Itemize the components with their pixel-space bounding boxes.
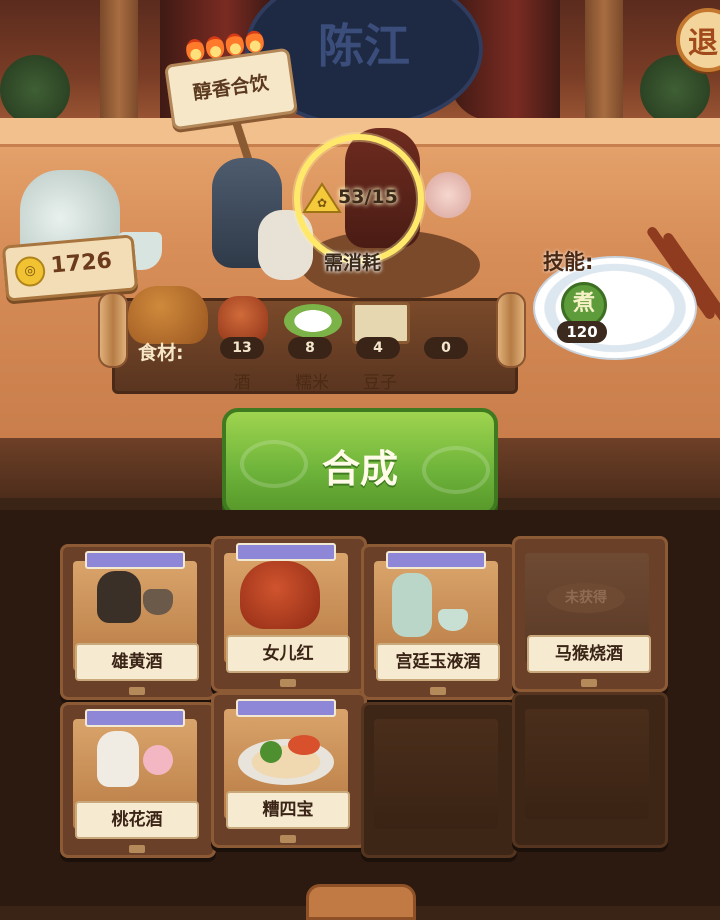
pillar-right bbox=[585, 0, 623, 130]
flame-icon bbox=[204, 35, 226, 60]
exit-button-label: 退 bbox=[688, 26, 718, 61]
ingredient-name-wine: 酒 bbox=[233, 373, 251, 393]
flame-icon bbox=[184, 37, 206, 63]
card-rarity-tab bbox=[85, 709, 185, 727]
recipe-card-nverhong[interactable]: 女儿红 bbox=[211, 536, 367, 692]
bottom-tab-handle[interactable] bbox=[306, 884, 416, 920]
card-knob bbox=[129, 687, 145, 695]
scroll-roll-right bbox=[496, 292, 526, 368]
card-knob bbox=[430, 687, 446, 695]
wine-bottle-art bbox=[97, 731, 139, 787]
coin-icon: ◎ bbox=[13, 255, 47, 288]
cup-art bbox=[143, 589, 173, 615]
recipe-card-zaosibao[interactable]: 糟四宝 bbox=[211, 692, 367, 848]
shrimp-art bbox=[288, 735, 320, 755]
ingredients-label: 食材: bbox=[138, 342, 184, 364]
synthesize-button[interactable]: 合成 bbox=[222, 408, 498, 516]
scroll-roll-left bbox=[98, 292, 128, 368]
wine-jar-icon[interactable] bbox=[218, 296, 268, 342]
consume-label: 需消耗 bbox=[324, 252, 382, 274]
card-rarity-tab bbox=[236, 543, 336, 561]
card-rarity-tab bbox=[85, 551, 185, 569]
card-knob bbox=[280, 835, 296, 843]
teapot-art bbox=[392, 573, 432, 637]
ingredient-count-empty: 0 bbox=[424, 337, 468, 359]
ingredient-name-rice: 糯米 bbox=[295, 373, 329, 393]
pillar-left bbox=[100, 0, 138, 130]
coin-value: 1726 bbox=[49, 248, 113, 279]
wine-jar-art bbox=[97, 571, 141, 623]
card-rarity-tab bbox=[386, 551, 486, 569]
skill-label: 技能: bbox=[543, 250, 594, 274]
recipe-card-name: 女儿红 bbox=[226, 635, 350, 673]
ingredient-name-beans: 豆子 bbox=[363, 373, 397, 393]
progress-count: 53/15 bbox=[338, 186, 398, 208]
card-knob bbox=[581, 679, 597, 687]
glutinous-rice-icon[interactable] bbox=[284, 304, 342, 338]
card-shelf bbox=[374, 719, 498, 829]
flame-icon bbox=[244, 29, 266, 54]
svg-text:✿: ✿ bbox=[317, 196, 327, 210]
flame-icon bbox=[224, 32, 246, 57]
not-obtained-stamp: 未获得 bbox=[547, 583, 625, 613]
recipe-card-name: 马猴烧酒 bbox=[527, 635, 651, 673]
card-knob bbox=[129, 845, 145, 853]
recipe-card-mahou[interactable]: 未获得 马猴烧酒 bbox=[512, 536, 668, 692]
recipe-card-name: 桃花酒 bbox=[75, 801, 199, 839]
card-rarity-tab bbox=[236, 699, 336, 717]
recipe-card-xionghuang[interactable]: 雄黄酒 bbox=[60, 544, 216, 700]
recipe-card-taohua[interactable]: 桃花酒 bbox=[60, 702, 216, 858]
recipe-title: 醇香合饮 bbox=[191, 71, 271, 105]
empty-recipe-slot bbox=[512, 692, 668, 848]
recipe-token-icon: ✿ bbox=[302, 182, 342, 213]
synthesize-button-label: 合成 bbox=[321, 447, 398, 491]
skill-value: 120 bbox=[557, 321, 607, 343]
recipe-card-name: 糟四宝 bbox=[226, 791, 350, 829]
ingredient-count-rice: 8 bbox=[288, 337, 332, 359]
recipe-card-name: 雄黄酒 bbox=[75, 643, 199, 681]
card-shelf bbox=[525, 709, 649, 819]
plant-left bbox=[0, 55, 70, 125]
empty-recipe-slot bbox=[361, 702, 517, 858]
peach-blossom-art bbox=[143, 745, 173, 775]
clay-pot bbox=[128, 286, 208, 344]
recipe-card-gongting[interactable]: 宫廷玉液酒 bbox=[361, 544, 517, 700]
ingredient-count-wine: 13 bbox=[220, 337, 264, 359]
wine-jar-art bbox=[240, 561, 320, 629]
ingredient-count-beans: 4 bbox=[356, 337, 400, 359]
card-knob bbox=[280, 679, 296, 687]
recipe-card-name: 宫廷玉液酒 bbox=[376, 643, 500, 681]
vegetable-art bbox=[260, 741, 282, 763]
